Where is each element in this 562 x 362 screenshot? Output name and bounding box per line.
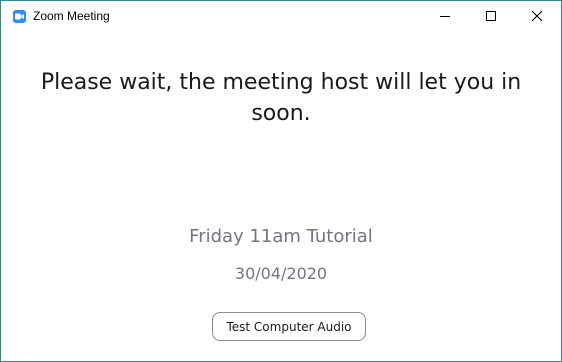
minimize-icon xyxy=(440,16,450,17)
close-button[interactable] xyxy=(514,1,560,31)
zoom-meeting-window: Zoom Meeting Please wait, the meeting ho… xyxy=(0,0,562,362)
maximize-icon xyxy=(486,11,496,21)
close-icon xyxy=(532,11,542,21)
window-title: Zoom Meeting xyxy=(33,9,110,23)
test-computer-audio-button[interactable]: Test Computer Audio xyxy=(212,312,366,341)
maximize-button[interactable] xyxy=(468,1,514,31)
waiting-room-message: Please wait, the meeting host will let y… xyxy=(40,70,522,126)
meeting-date: 30/04/2020 xyxy=(234,264,328,283)
zoom-camera-icon xyxy=(13,10,26,23)
title-bar[interactable]: Zoom Meeting xyxy=(1,1,561,31)
meeting-topic: Friday 11am Tutorial xyxy=(189,226,373,247)
minimize-button[interactable] xyxy=(422,1,468,31)
